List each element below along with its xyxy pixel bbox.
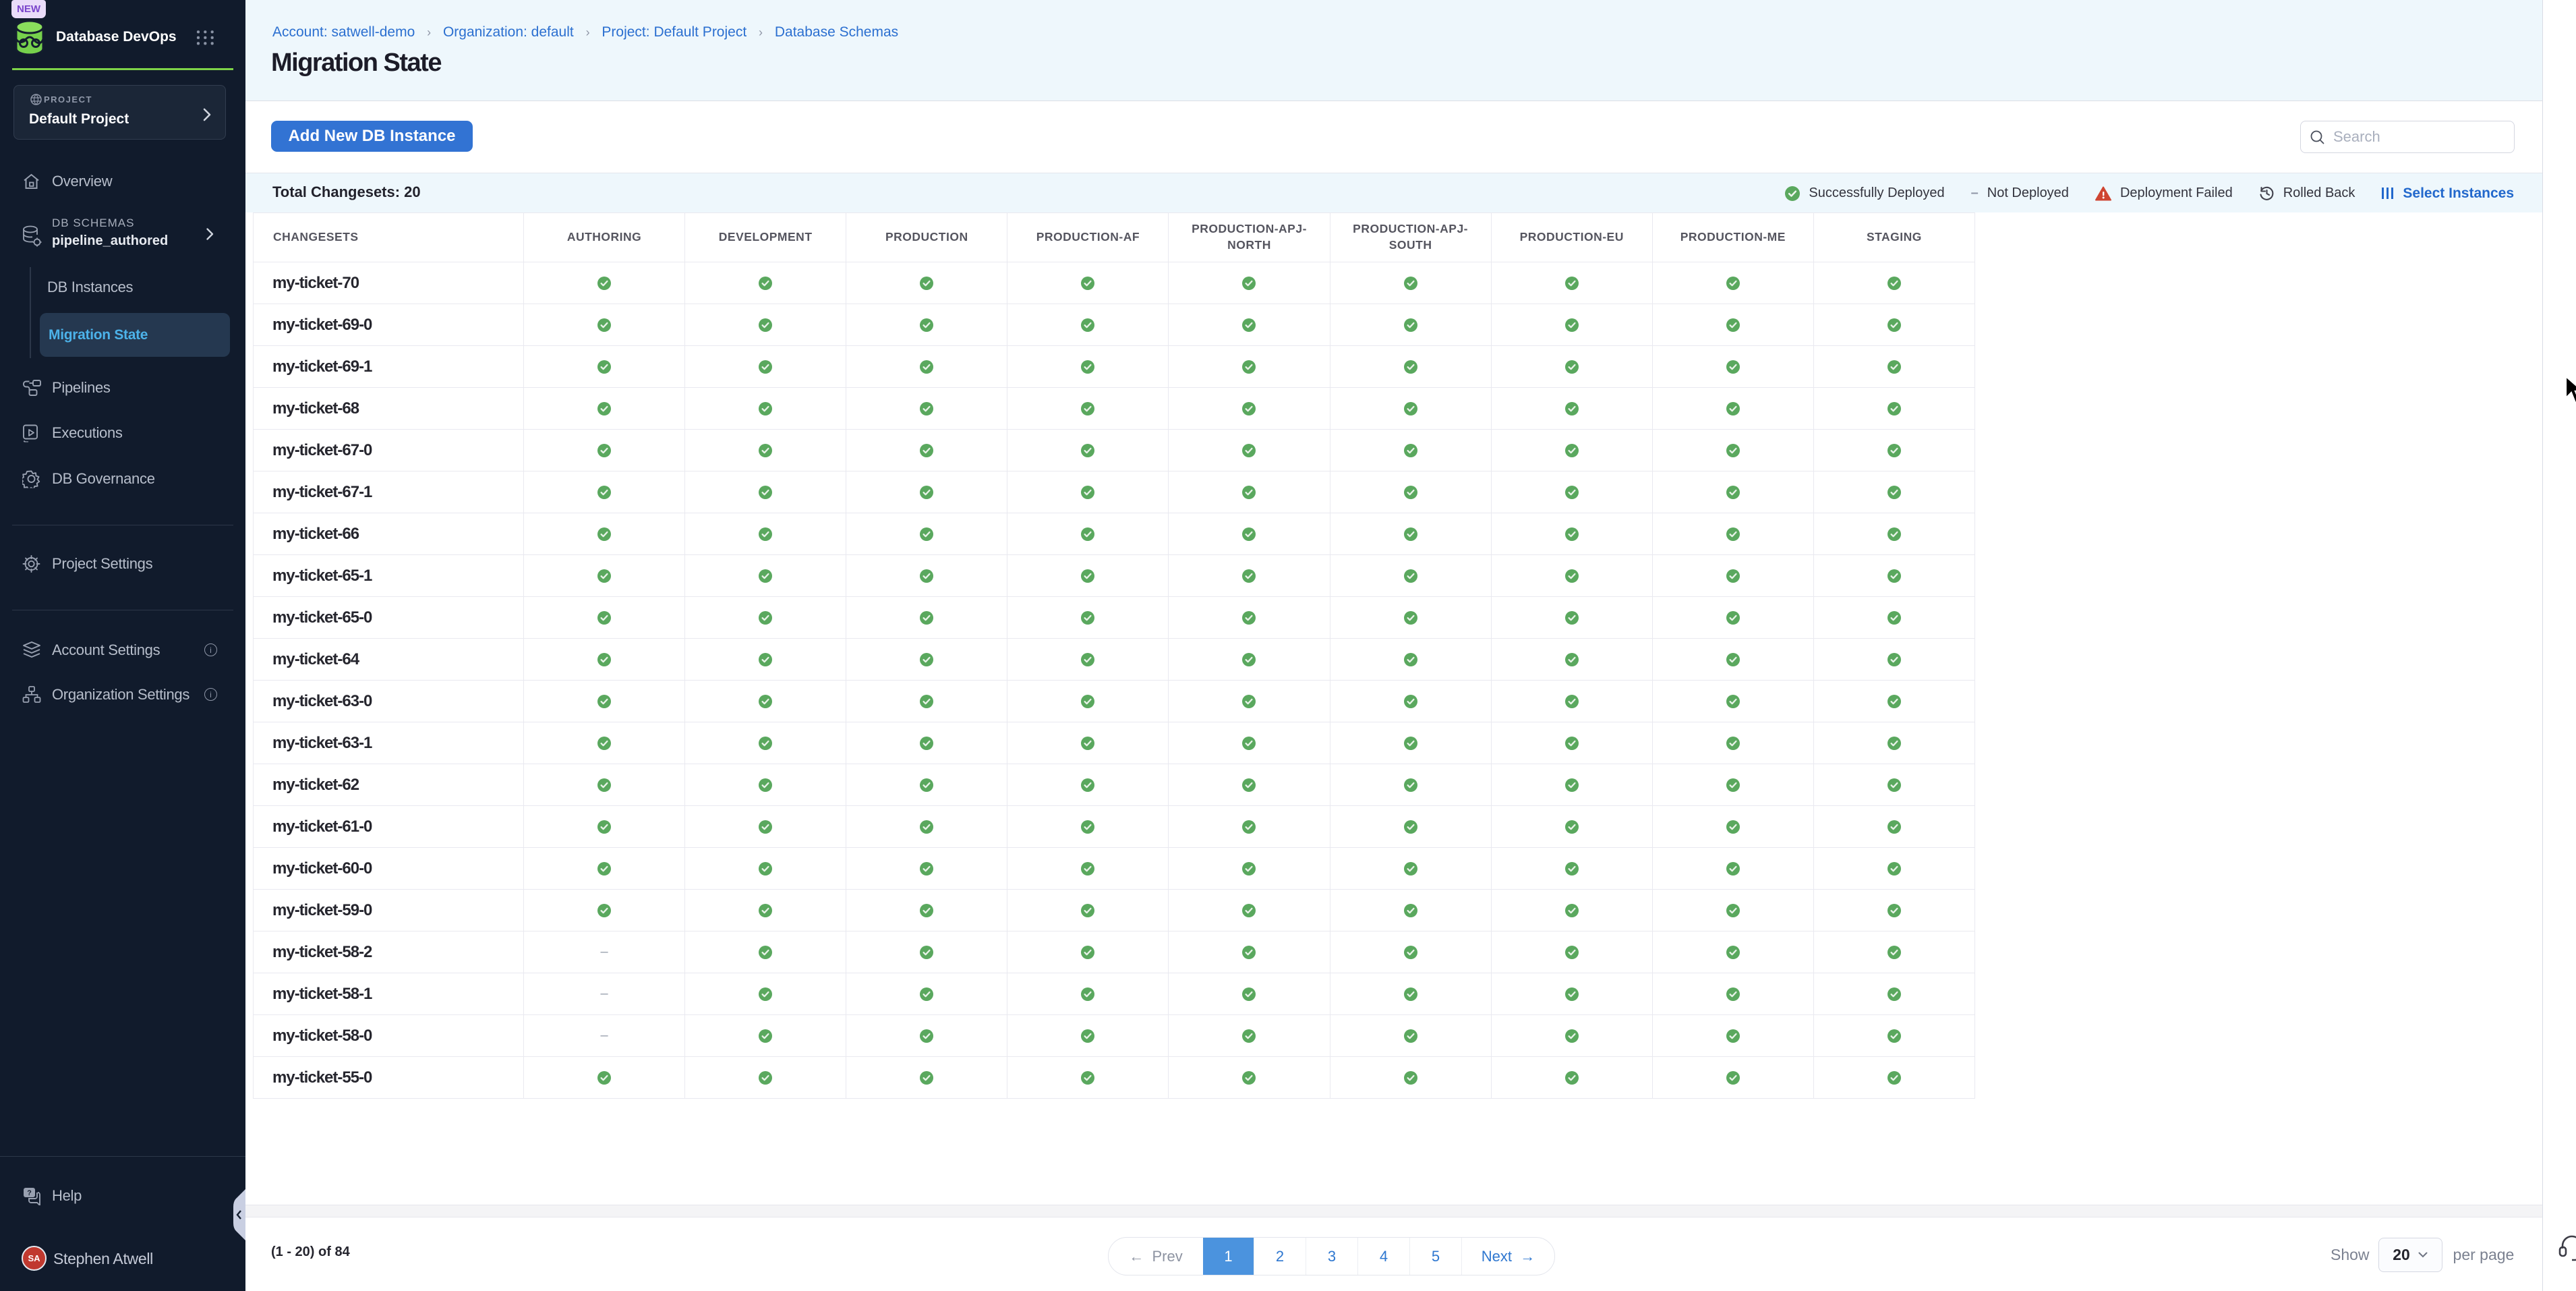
svg-text:?: ?: [27, 1189, 32, 1197]
